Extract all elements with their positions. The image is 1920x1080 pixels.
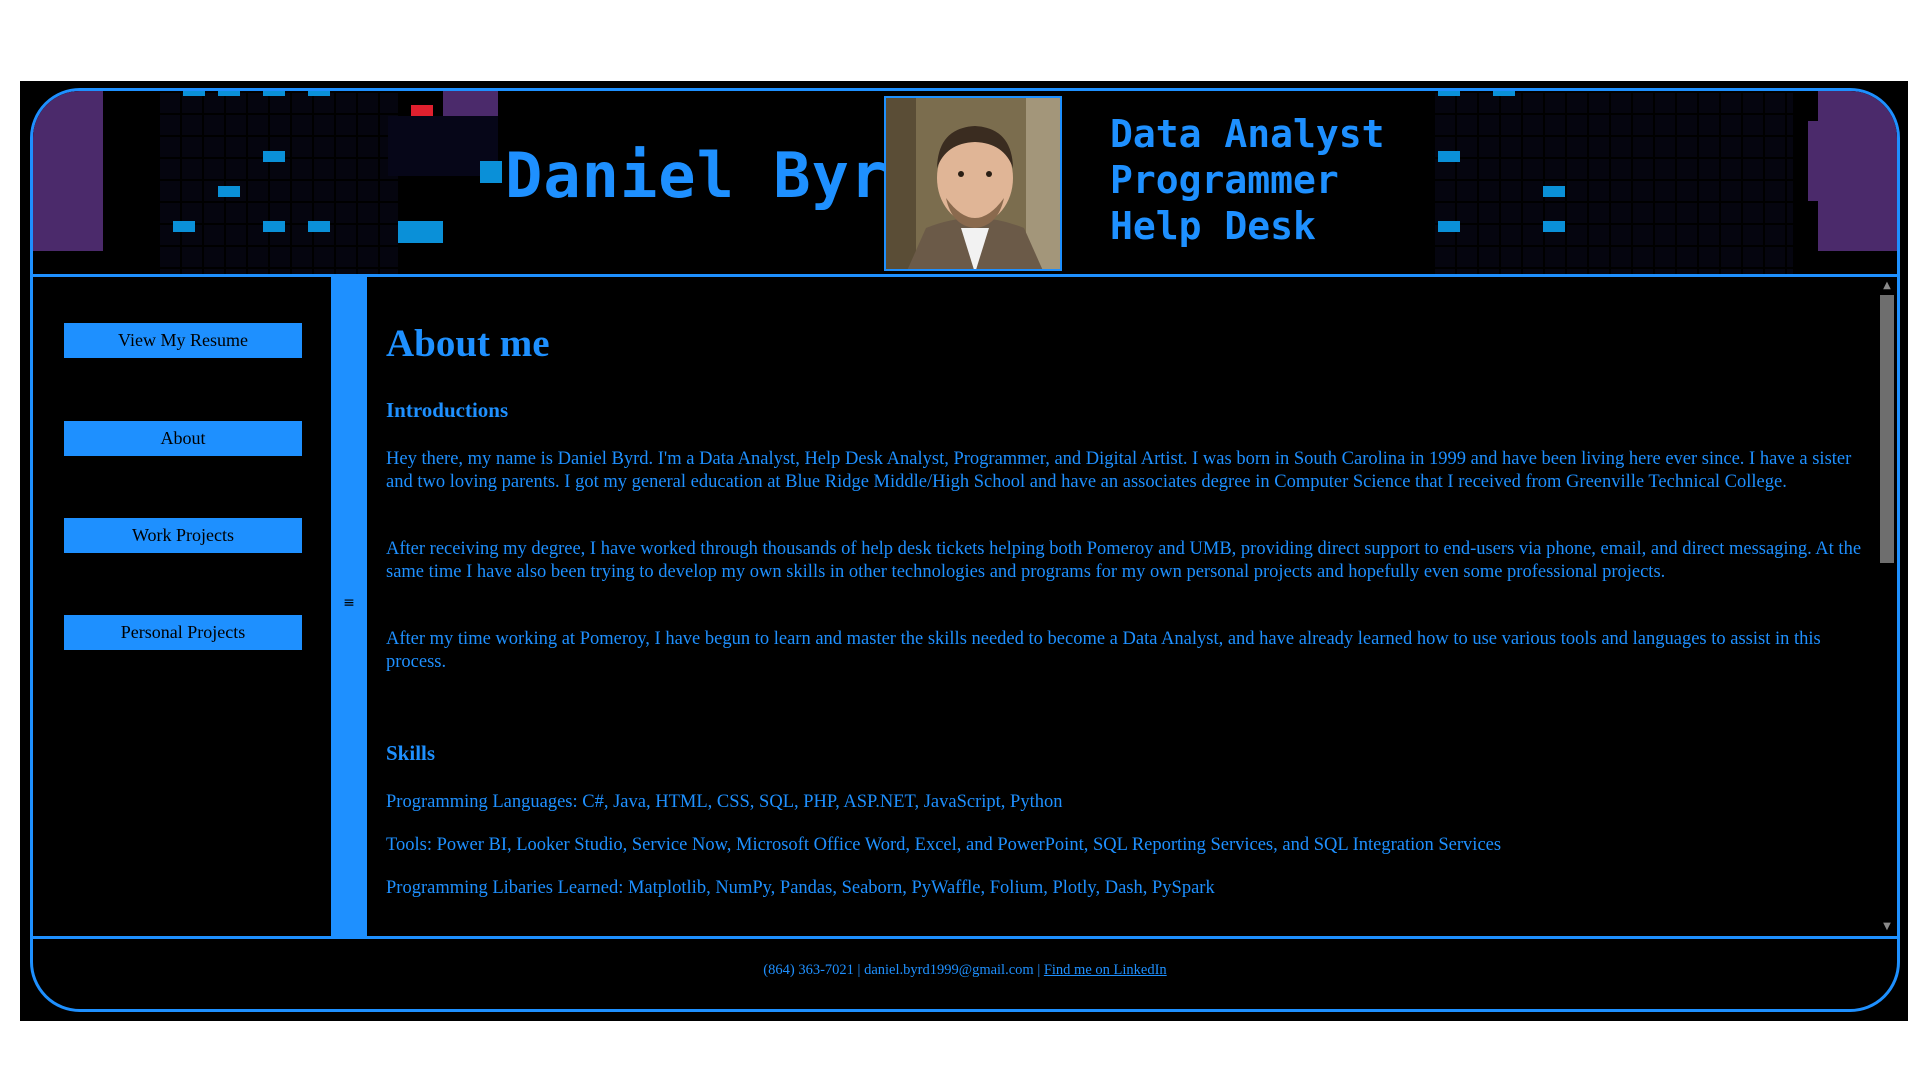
pixel-art-cyan	[1438, 91, 1460, 96]
footer-phone: (864) 363-7021	[763, 962, 854, 978]
footer-separator: |	[853, 962, 865, 978]
pixel-art-cyan	[398, 221, 443, 243]
intro-paragraph: After my time working at Pomeroy, I have…	[386, 629, 1821, 672]
introductions-heading: Introductions	[386, 398, 509, 422]
footer: (864) 363-7021 | daniel.byrd1999@gmail.c…	[33, 939, 1897, 1009]
about-button[interactable]: About	[64, 421, 302, 456]
personal-projects-button[interactable]: Personal Projects	[64, 615, 302, 650]
role-item: Help Desk	[1110, 204, 1316, 248]
footer-email: daniel.byrd1999@gmail.com	[864, 962, 1034, 978]
footer-separator: |	[1033, 962, 1044, 978]
pixel-art-cyan	[480, 161, 502, 183]
pixel-art-cyan	[218, 91, 240, 96]
pixel-art-cyan	[1493, 91, 1515, 96]
role-list: Data Analyst Programmer Help Desk	[1110, 111, 1385, 249]
pixel-art-cyan	[263, 221, 285, 232]
pixel-art-cyan	[183, 91, 205, 96]
profile-photo-image	[886, 98, 1060, 269]
pixel-art-purple-right	[1818, 91, 1897, 251]
role-item: Programmer	[1110, 158, 1339, 202]
linkedin-link[interactable]: Find me on LinkedIn	[1044, 962, 1167, 978]
pixel-art-cyan	[1438, 151, 1460, 162]
pixel-art-cyan	[308, 91, 330, 96]
pixel-art-purple-right	[1808, 121, 1828, 201]
skills-item: Programming Libaries Learned: Matplotlib…	[386, 878, 1215, 898]
header-banner: Daniel Byrd Data Analyst Programmer Help…	[33, 91, 1897, 274]
pixel-art-cyan	[1438, 221, 1460, 232]
profile-photo	[884, 96, 1062, 271]
main-scrollbar[interactable]: ▲ ▼	[1878, 277, 1896, 936]
intro-paragraph: After receiving my degree, I have worked…	[386, 539, 1862, 582]
pixel-art-purple-left	[33, 91, 103, 251]
scroll-down-arrow-icon[interactable]: ▼	[1878, 920, 1896, 934]
pixel-art-red-block	[411, 105, 433, 116]
pixel-art-cyan	[1543, 186, 1565, 197]
intro-paragraph: Hey there, my name is Daniel Byrd. I'm a…	[386, 449, 1852, 492]
skills-item: Tools: Power BI, Looker Studio, Service …	[386, 835, 1502, 855]
scrollbar-thumb[interactable]	[1880, 295, 1894, 563]
main-content: About me Introductions Hey there, my nam…	[367, 277, 1897, 936]
pixel-art-cyan	[308, 221, 330, 232]
view-resume-button[interactable]: View My Resume	[64, 323, 302, 358]
work-projects-button[interactable]: Work Projects	[64, 518, 302, 553]
splitter-grip-icon[interactable]: ≡	[331, 595, 367, 611]
pixel-art-grid-left	[158, 91, 398, 274]
role-item: Data Analyst	[1110, 112, 1385, 156]
pixel-art-cyan	[263, 151, 285, 162]
site-card: Daniel Byrd Data Analyst Programmer Help…	[30, 88, 1900, 1012]
page-title: About me	[386, 322, 550, 365]
pixel-art-cyan	[263, 91, 285, 96]
sidebar: View My Resume About Work Projects Perso…	[33, 277, 331, 936]
pixel-art-cyan	[218, 186, 240, 197]
site-name: Daniel Byrd	[505, 139, 927, 212]
pixel-art-cyan	[173, 221, 195, 232]
footer-contact: (864) 363-7021 | daniel.byrd1999@gmail.c…	[33, 962, 1897, 979]
pixel-art-cyan	[1543, 221, 1565, 232]
pixel-art-purple-top	[443, 91, 498, 116]
scroll-up-arrow-icon[interactable]: ▲	[1878, 279, 1896, 293]
pixel-art-grid-right	[1433, 91, 1793, 274]
sidebar-splitter[interactable]: ≡	[331, 277, 367, 936]
skills-item: Programming Languages: C#, Java, HTML, C…	[386, 792, 1063, 812]
skills-heading: Skills	[386, 741, 436, 765]
